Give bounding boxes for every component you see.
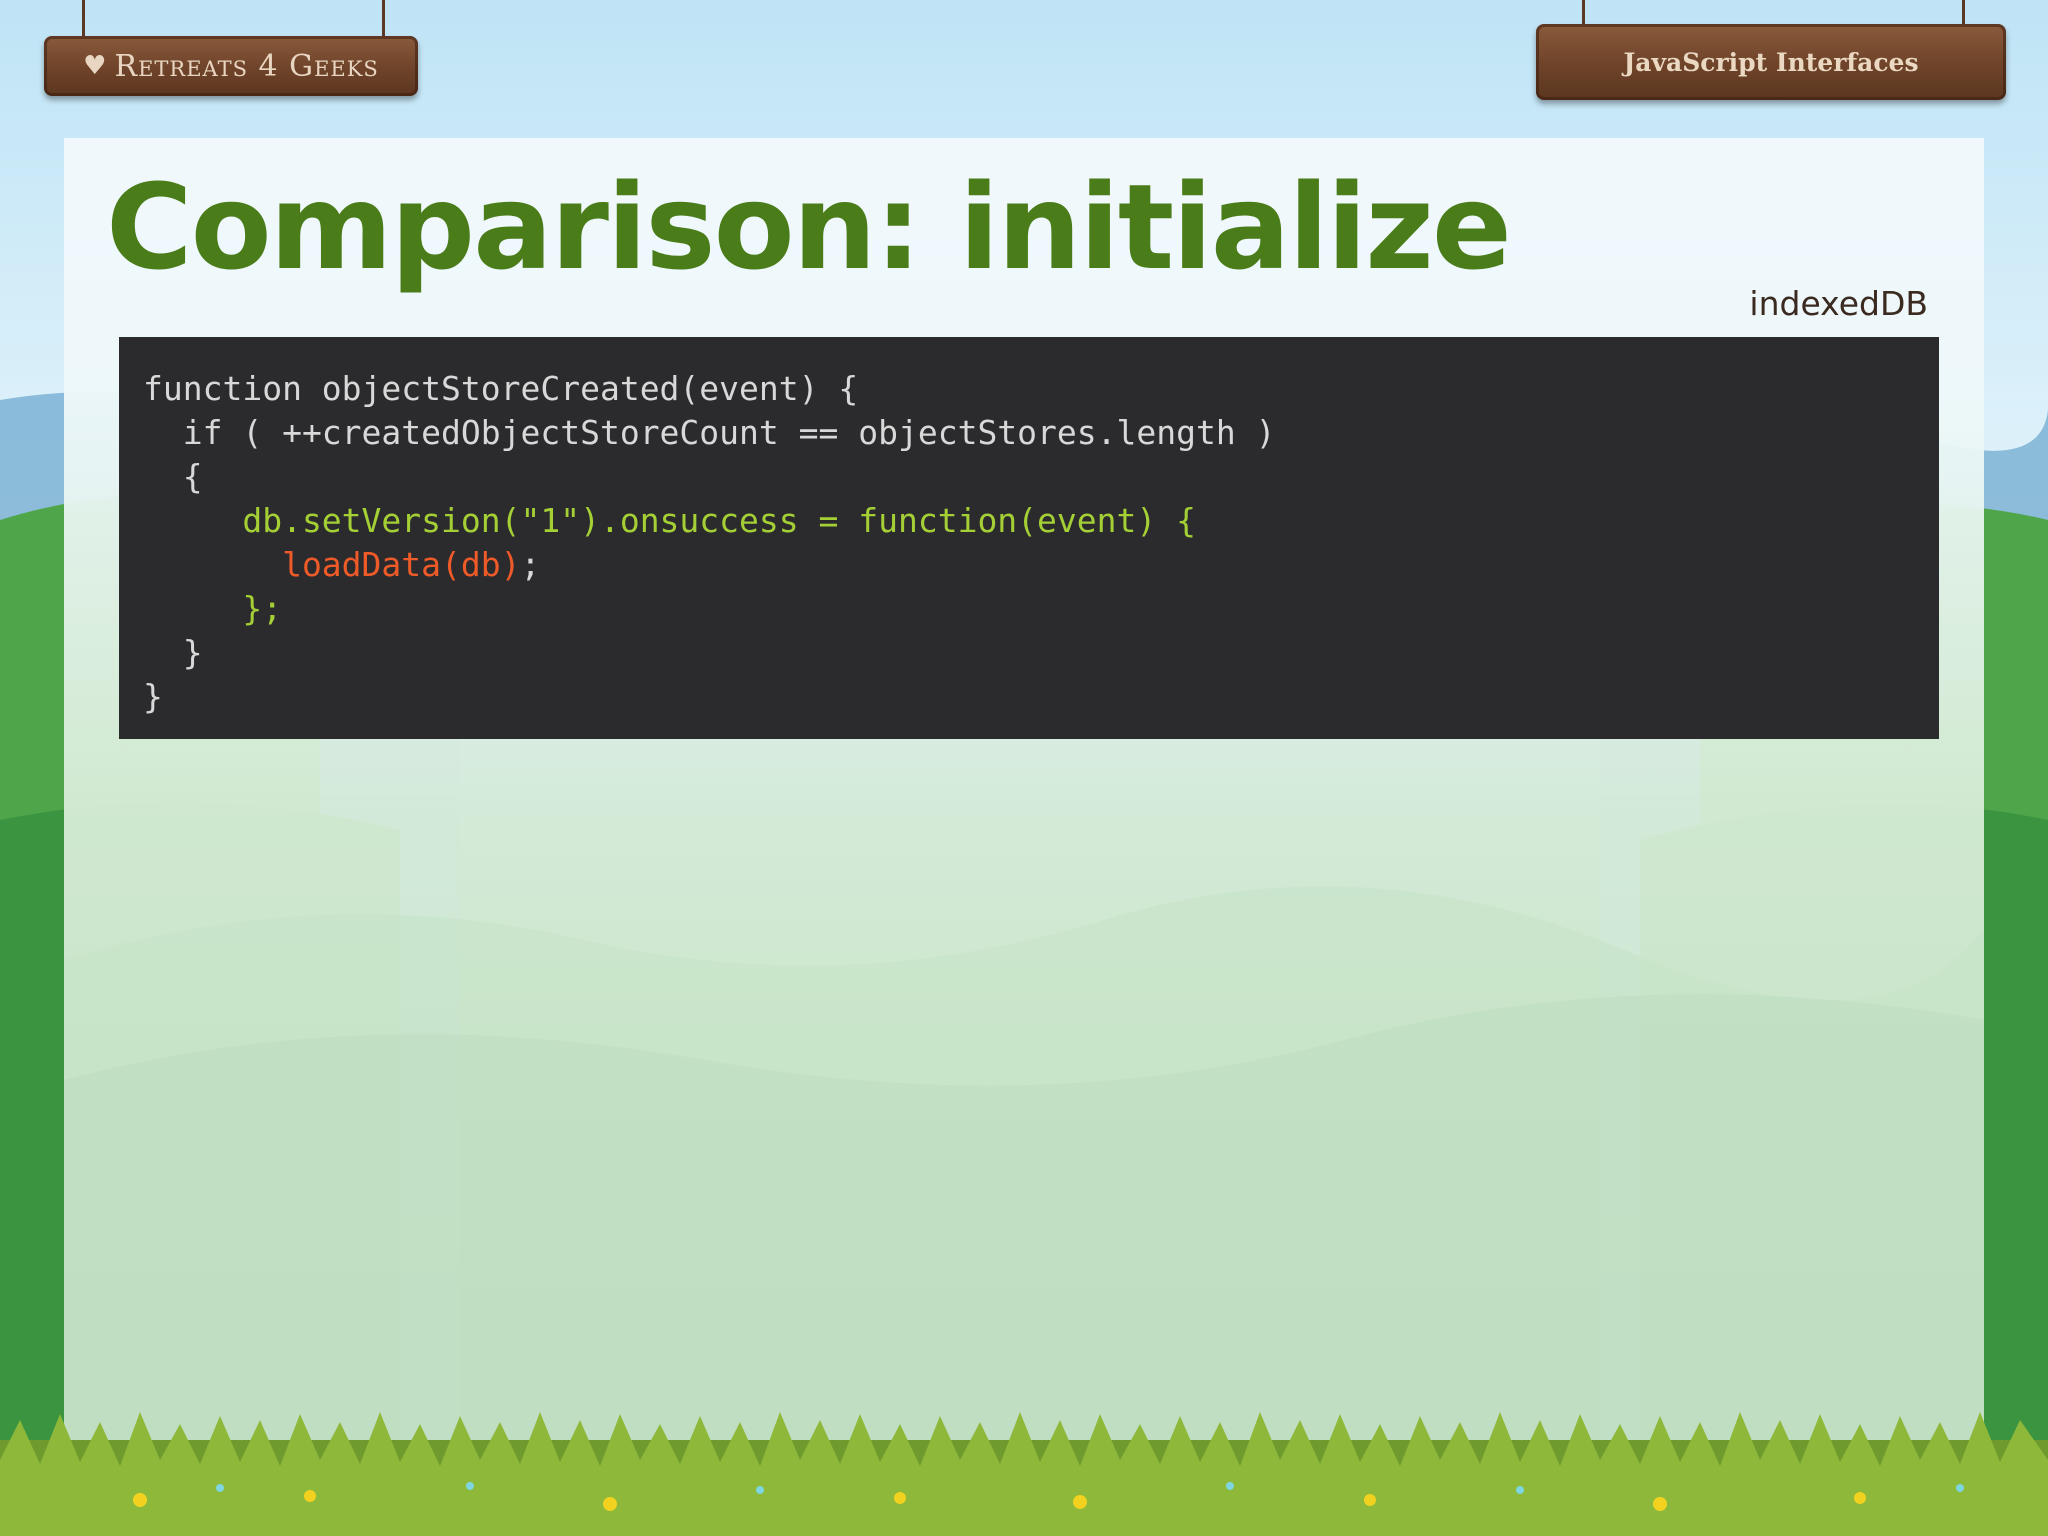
code-line: function objectStoreCreated(event) { xyxy=(143,369,859,408)
code-line-loaddata: loadData(db); xyxy=(143,543,1939,587)
code-line: }; xyxy=(143,589,283,628)
sign-rope xyxy=(1962,0,1965,26)
code-token-semicolon: ; xyxy=(520,545,541,584)
code-line: db.setVersion("1").onsuccess = function(… xyxy=(143,501,1196,540)
code-line: { xyxy=(143,457,203,496)
slide-title: Comparison: initialize xyxy=(106,158,1512,296)
deck-title-sign: JavaScript Interfaces xyxy=(1536,24,2006,100)
code-line: } xyxy=(143,633,203,672)
grass-border xyxy=(0,1412,2048,1536)
sign-rope xyxy=(382,0,385,38)
logo-sign[interactable]: ♥ Retreats 4 Geeks xyxy=(44,36,418,96)
deck-title: JavaScript Interfaces xyxy=(1623,47,1919,77)
sign-rope xyxy=(1582,0,1585,26)
api-tag: indexedDB xyxy=(1749,284,1928,323)
code-line: if ( ++createdObjectStoreCount == object… xyxy=(143,413,1276,452)
code-block: function objectStoreCreated(event) { if … xyxy=(119,337,1939,739)
code-token-loaddata: loadData(db) xyxy=(143,545,521,584)
heart-icon: ♥ xyxy=(83,51,107,81)
sign-rope xyxy=(82,0,85,38)
panel-hills xyxy=(64,886,1984,1500)
code-line: } xyxy=(143,677,163,716)
logo-text: Retreats 4 Geeks xyxy=(114,48,379,84)
